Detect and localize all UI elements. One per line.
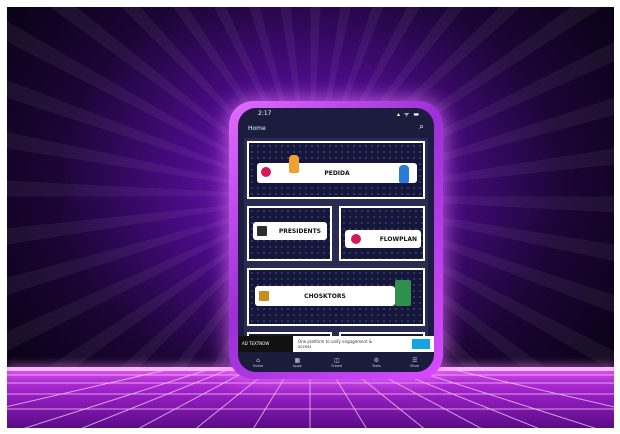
- status-bar: 2:17 ▴ ᯤ ▬: [238, 108, 434, 120]
- category-icon: [349, 232, 363, 246]
- nav-label: Tools: [372, 363, 381, 368]
- ad-brand: AD TEXTNOW: [238, 336, 293, 352]
- category-grid: PEDIDA PRESIDENTS FLOWPLAN CHOSKTORS: [244, 138, 428, 352]
- bottom-nav: ⌂ Home ▦ Apps ◫ Frame ⚙ Tools ☰ More: [238, 352, 434, 372]
- nav-item-frame[interactable]: ◫ Frame: [331, 357, 342, 368]
- nav-label: Frame: [331, 363, 343, 368]
- category-icon: [259, 165, 273, 179]
- search-icon[interactable]: ⌕: [419, 122, 424, 132]
- ad-banner[interactable]: AD TEXTNOW One platform to unify engagem…: [238, 336, 434, 352]
- phone-mockup: 2:17 ▴ ᯤ ▬ Home ⌕ PEDIDA PRESIDENTS FLOW…: [229, 101, 443, 379]
- category-icon: [257, 289, 271, 303]
- character-illustration: [399, 165, 409, 183]
- category-icon: [255, 224, 269, 238]
- category-card-choskt[interactable]: CHOSKTORS: [247, 268, 425, 326]
- category-card-pedida[interactable]: PEDIDA: [247, 141, 425, 199]
- nav-item-home[interactable]: ⌂ Home: [253, 357, 263, 368]
- promo-image: 2:17 ▴ ᯤ ▬ Home ⌕ PEDIDA PRESIDENTS FLOW…: [7, 7, 614, 428]
- phone-screen: 2:17 ▴ ᯤ ▬ Home ⌕ PEDIDA PRESIDENTS FLOW…: [238, 108, 434, 372]
- nav-label: Home: [252, 363, 264, 368]
- more-icon: ☰: [412, 356, 418, 364]
- status-time: 2:17: [258, 110, 272, 117]
- category-card-presidents[interactable]: PRESIDENTS: [247, 206, 332, 261]
- grid-icon: ▦: [294, 356, 301, 364]
- category-card-flowplan[interactable]: FLOWPLAN: [339, 206, 425, 261]
- ad-text: One platform to unify engagement & acces…: [298, 339, 372, 349]
- app-title: Home: [248, 125, 266, 132]
- character-illustration: [289, 155, 299, 173]
- ad-cta-button[interactable]: [412, 339, 430, 349]
- character-illustration: [395, 280, 411, 306]
- tools-icon: ⚙: [373, 356, 380, 364]
- nav-item-more[interactable]: ☰ More: [410, 357, 419, 368]
- frame-icon: ◫: [334, 356, 340, 364]
- nav-label: More: [410, 363, 420, 368]
- signal-battery-icon: ▴ ᯤ ▬: [397, 111, 420, 118]
- app-bar: Home ⌕: [238, 120, 434, 136]
- home-icon: ⌂: [256, 356, 260, 364]
- nav-label: Apps: [292, 363, 302, 368]
- card-label: PEDIDA: [257, 163, 417, 183]
- nav-item-apps[interactable]: ▦ Apps: [293, 357, 302, 368]
- nav-item-tools[interactable]: ⚙ Tools: [372, 357, 381, 368]
- card-label: CHOSKTORS: [255, 286, 395, 306]
